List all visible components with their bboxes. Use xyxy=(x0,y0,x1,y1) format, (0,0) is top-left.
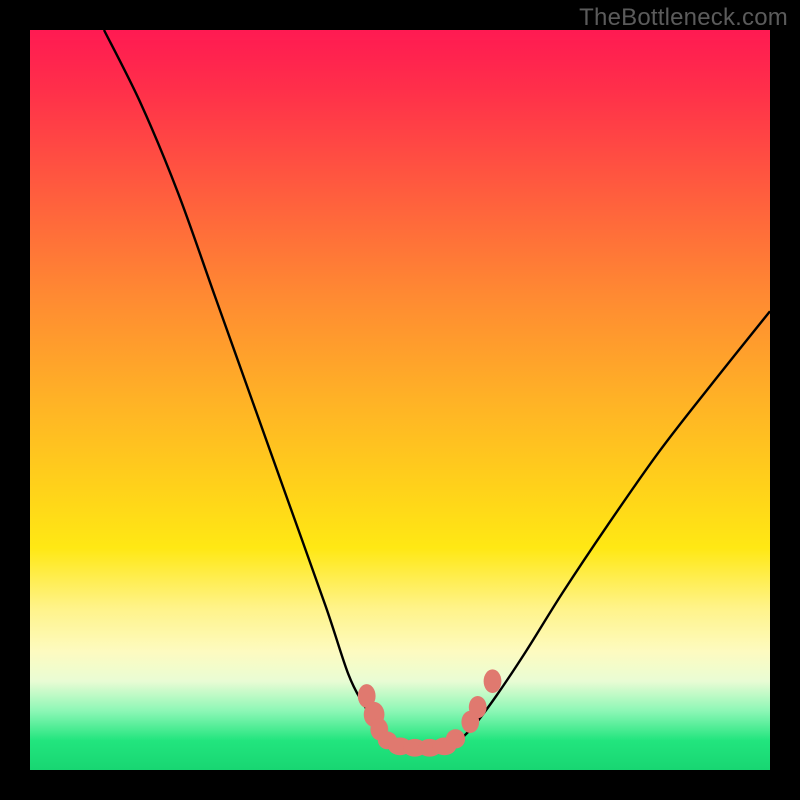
left-curve xyxy=(104,30,385,740)
watermark-text: TheBottleneck.com xyxy=(579,4,788,32)
chart-svg xyxy=(30,30,770,770)
valley-dot xyxy=(446,729,465,748)
valley-dots xyxy=(358,669,502,756)
chart-plot-area xyxy=(30,30,770,770)
valley-dot xyxy=(469,696,487,718)
chart-frame: TheBottleneck.com xyxy=(0,0,800,800)
right-curve xyxy=(459,311,770,740)
valley-dot xyxy=(484,669,502,693)
